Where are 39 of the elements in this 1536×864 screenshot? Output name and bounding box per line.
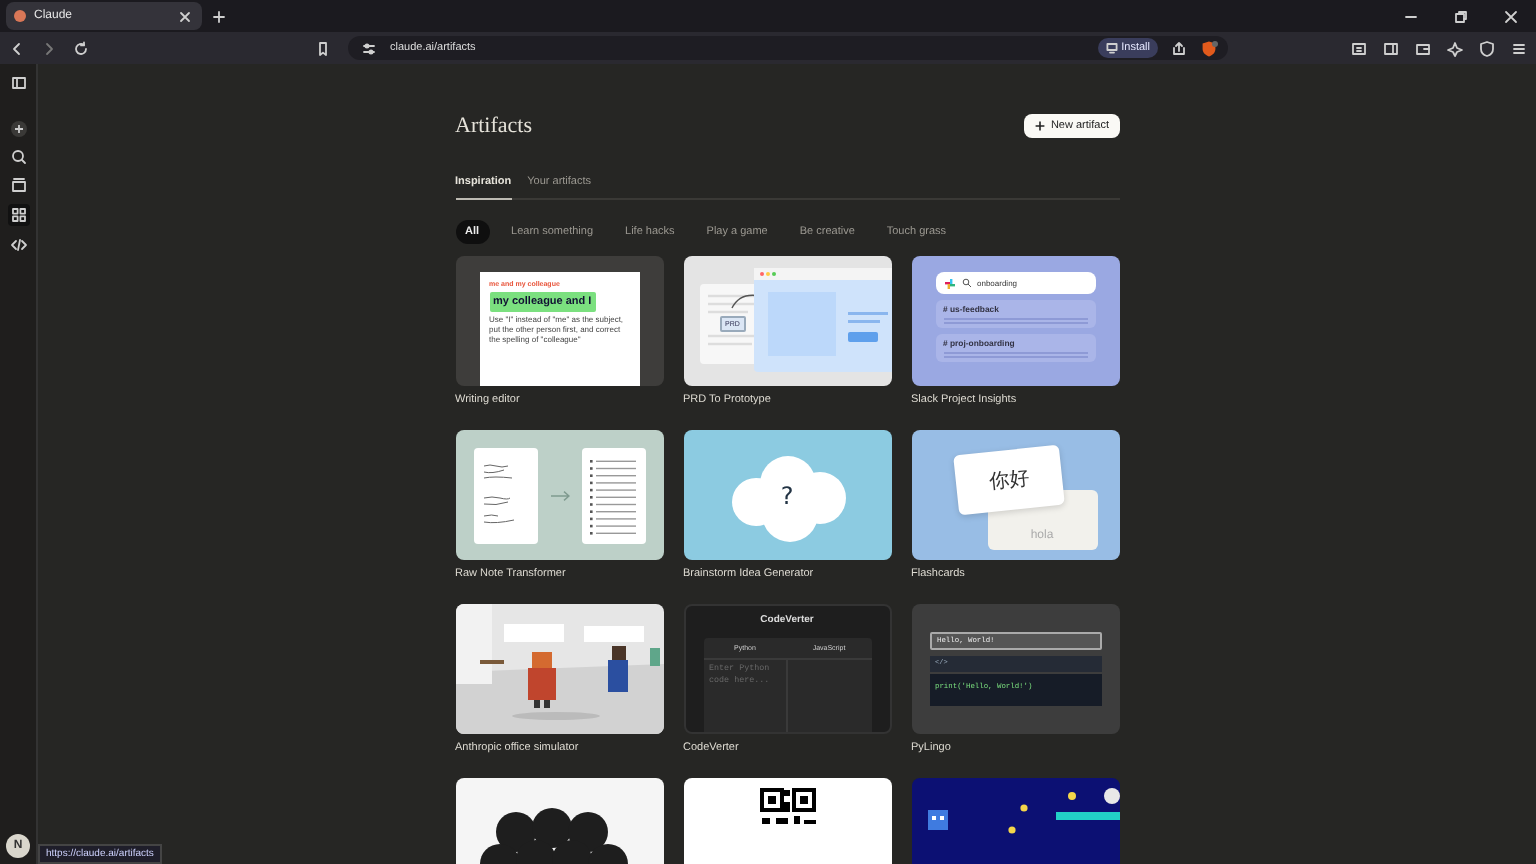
shield-icon[interactable] [1200,39,1218,57]
forward-icon[interactable] [40,39,58,57]
close-icon[interactable] [1502,7,1520,25]
back-icon[interactable] [8,39,26,57]
page-title: Artifacts [455,114,532,138]
site-settings-icon[interactable] [360,39,378,57]
pinwheel-icon [943,277,955,289]
bookmark-icon[interactable] [314,39,332,57]
card-thumbnail[interactable] [455,430,663,560]
shield-icon[interactable] [1478,39,1496,57]
list-notes-drawing [581,447,645,543]
share-icon[interactable] [1170,39,1188,57]
grid-icon[interactable] [9,206,27,224]
claude-logo-icon [14,10,26,22]
search-icon [961,278,971,288]
menu-icon[interactable] [1510,39,1528,57]
card-thumbnail[interactable]: ? [683,430,891,560]
window-drawing [753,268,891,372]
restore-icon[interactable] [1452,7,1470,25]
question-mark: ? [780,481,794,509]
arrow-icon [549,489,569,501]
box-icon[interactable] [9,176,27,194]
plus-icon[interactable] [9,120,27,138]
plus-icon [1034,120,1047,132]
sidebar-toggle-icon[interactable] [9,74,27,92]
cloud-drawing [727,454,851,542]
card-text: 你好 [986,465,1030,496]
reload-icon[interactable] [72,39,90,57]
monitor-icon [1105,42,1118,54]
reader-icon[interactable] [1350,39,1368,57]
sidebar-icon[interactable] [1382,39,1400,57]
messy-notes-drawing [473,447,537,543]
sparkle-icon[interactable] [1446,39,1464,57]
qr-code-drawing [759,788,815,824]
chat-search-icon[interactable] [9,148,27,166]
new-tab-icon[interactable] [210,7,228,25]
wallet-icon[interactable] [1414,39,1432,57]
code-icon[interactable] [9,236,27,254]
close-icon[interactable] [176,7,194,25]
